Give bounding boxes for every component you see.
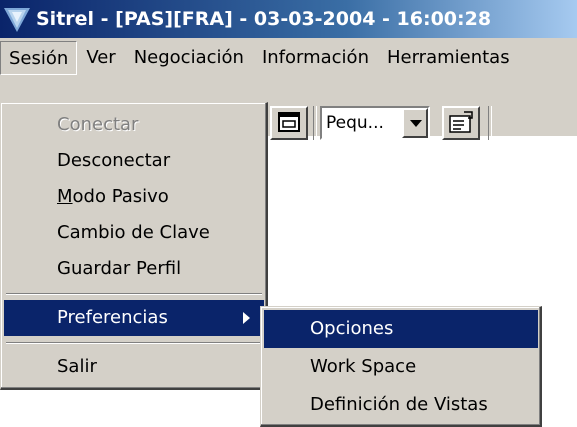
toolbar-separator xyxy=(313,106,317,140)
properties-icon xyxy=(449,111,473,133)
menu-informacion[interactable]: Información xyxy=(253,41,378,75)
submenu-item-work-space[interactable]: Work Space xyxy=(264,348,538,386)
menu-herramientas[interactable]: Herramientas xyxy=(378,41,519,75)
menu-separator xyxy=(6,293,262,295)
submenu-item-opciones[interactable]: Opciones xyxy=(264,310,538,348)
window-title: Sitrel - [PAS][FRA] - 03-03-2004 - 16:00… xyxy=(36,8,492,30)
preferences-submenu: Opciones Work Space Definición de Vistas xyxy=(260,306,542,427)
chevron-down-icon xyxy=(410,120,422,127)
menu-sesion[interactable]: Sesión xyxy=(0,41,78,75)
menu-item-modo-pasivo[interactable]: Modo Pasivo xyxy=(4,179,264,215)
session-menu: Conectar Desconectar Modo Pasivo Cambio … xyxy=(0,102,268,390)
menu-item-conectar: Conectar xyxy=(57,114,139,135)
menu-ver[interactable]: Ver xyxy=(77,41,124,75)
menu-separator xyxy=(6,342,262,344)
window-icon xyxy=(278,112,300,132)
menu-item-label: odo Pasivo xyxy=(72,186,169,207)
menu-item-salir[interactable]: Salir xyxy=(4,349,264,385)
menu-item-label: Preferencias xyxy=(57,307,168,328)
menu-negociacion[interactable]: Negociación xyxy=(125,41,253,75)
menu-item-preferencias[interactable]: Preferencias xyxy=(4,300,264,336)
toolbar-separator xyxy=(488,106,492,140)
menu-item-guardar-perfil[interactable]: Guardar Perfil xyxy=(4,251,264,287)
font-size-value: Pequ... xyxy=(326,113,384,133)
submenu-item-definicion-vistas[interactable]: Definición de Vistas xyxy=(264,386,538,424)
window-toolbar-button[interactable] xyxy=(270,106,308,140)
combo-dropdown-button[interactable] xyxy=(402,108,428,138)
properties-toolbar-button[interactable] xyxy=(442,106,480,140)
app-logo-icon xyxy=(4,8,30,32)
font-size-combo[interactable]: Pequ... xyxy=(320,106,430,140)
menu-item-cambio-clave[interactable]: Cambio de Clave xyxy=(4,215,264,251)
menu-item-desconectar[interactable]: Desconectar xyxy=(4,143,264,179)
mnemonic-letter: M xyxy=(57,186,73,207)
menu-bar: Sesión Ver Negociación Información Herra… xyxy=(0,38,577,78)
submenu-arrow-icon xyxy=(243,312,250,324)
title-bar: Sitrel - [PAS][FRA] - 03-03-2004 - 16:00… xyxy=(0,0,577,38)
